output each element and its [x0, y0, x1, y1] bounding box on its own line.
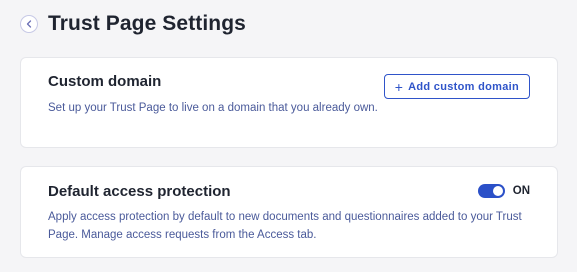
custom-domain-card: Custom domain Set up your Trust Page to … [20, 57, 558, 148]
toggle-state-label: ON [512, 185, 530, 197]
page-title: Trust Page Settings [48, 12, 246, 35]
toggle-knob [492, 186, 503, 196]
add-custom-domain-button[interactable]: + Add custom domain [383, 74, 530, 99]
arrow-left-icon [24, 19, 34, 29]
access-protection-card: Default access protection Apply access p… [20, 166, 558, 258]
add-custom-domain-label: Add custom domain [408, 80, 519, 93]
plus-icon: + [394, 78, 404, 95]
custom-domain-title: Custom domain [48, 73, 162, 90]
page-header: Trust Page Settings [20, 8, 246, 40]
custom-domain-description: Set up your Trust Page to live on a doma… [48, 102, 378, 114]
access-protection-toggle-group: ON [477, 184, 530, 198]
access-protection-title: Default access protection [48, 183, 231, 200]
back-button[interactable] [20, 15, 38, 33]
access-protection-toggle[interactable] [477, 184, 505, 198]
access-protection-description: Apply access protection by default to ne… [48, 211, 522, 241]
